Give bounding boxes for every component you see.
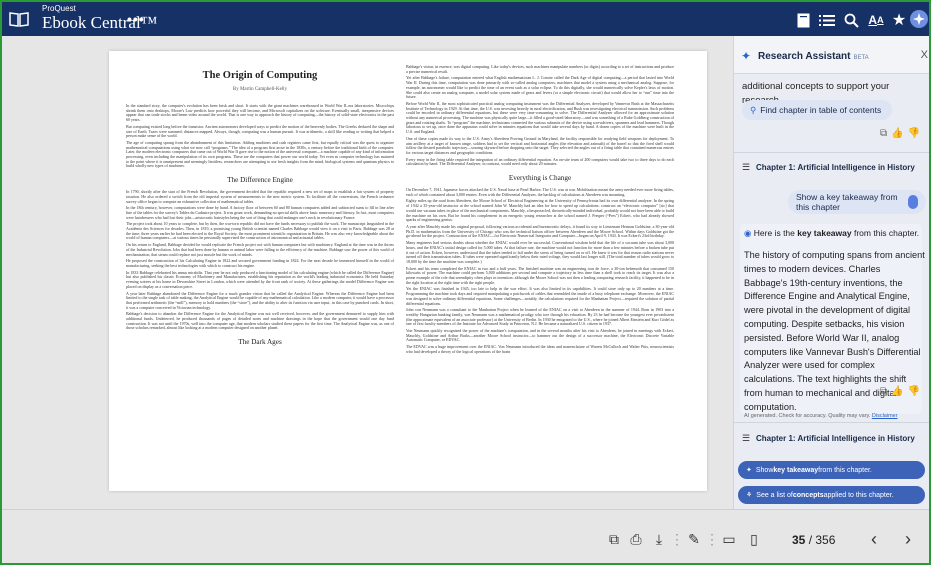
download-icon[interactable]: ⤓ bbox=[650, 530, 668, 548]
ebook-page: The Origin of Computing By Martin Campbe… bbox=[109, 51, 707, 491]
user-avatar-icon bbox=[907, 195, 918, 209]
article-title: The Origin of Computing bbox=[202, 70, 318, 81]
divider bbox=[734, 422, 929, 423]
paragraph: In 1833 Babbage celebrated his annus mir… bbox=[126, 269, 394, 289]
bottom-toolbar: ⧉ ⎙ ⤓ ⋮ ✎ ⋮ ▭ ▯ 35 / 356 ‹ › bbox=[2, 509, 929, 563]
right-paragraphs-2: On December 7, 1941, Japanese forces att… bbox=[406, 187, 674, 355]
paragraph: A year later Babbage abandoned the Diffe… bbox=[126, 290, 394, 310]
paragraph: Yet the ENIAC was finished in 1945, too … bbox=[406, 286, 674, 306]
right-paragraphs: Babbage's vision, in essence, was digita… bbox=[406, 64, 674, 167]
paragraph: Babbage's vision, in essence, was digita… bbox=[406, 64, 674, 74]
paragraph: The project took about 10 years to compl… bbox=[126, 221, 394, 241]
panel-header: ✦ Research Assistant BETA X bbox=[734, 36, 929, 74]
paragraph: Many engineers had serious doubts about … bbox=[406, 240, 674, 264]
find-chapter-chip[interactable]: ⚲ Find chapter in table of contents bbox=[742, 100, 892, 120]
print-icon[interactable]: ⎙ bbox=[627, 530, 645, 548]
annotate-icon[interactable]: ✎ bbox=[685, 530, 703, 548]
see-concepts-button[interactable]: ⚘ See a list of concepts applied to this … bbox=[738, 486, 925, 504]
book-icon[interactable] bbox=[9, 11, 29, 27]
section-heading-everything-is-change: Everything is Change bbox=[508, 174, 572, 183]
divider bbox=[734, 152, 929, 153]
sparkle-icon: ✦ bbox=[741, 49, 752, 63]
page-indicator: 35 / 356 bbox=[792, 533, 835, 547]
paragraph: On December 7, 1941, Japanese forces att… bbox=[406, 187, 674, 197]
search-icon[interactable] bbox=[842, 11, 860, 29]
paragraph: The age of computing sprang from the aba… bbox=[126, 139, 394, 169]
avatar-icon[interactable] bbox=[909, 9, 929, 29]
beta-badge: BETA bbox=[853, 55, 869, 61]
list-icon: ☰ bbox=[742, 433, 751, 443]
paragraph: Von Neumann quickly recognized the power… bbox=[406, 328, 674, 343]
paragraph: Eckert and his team completed the ENIAC … bbox=[406, 265, 674, 285]
total-pages: / 356 bbox=[808, 533, 836, 547]
find-chapter-label: Find chapter in table of contents bbox=[760, 105, 882, 115]
research-assistant-panel: ✦ Research Assistant BETA X additional co… bbox=[733, 36, 929, 509]
star-icon[interactable]: ★ bbox=[890, 11, 908, 29]
current-page[interactable]: 35 bbox=[792, 533, 805, 547]
disclaimer-link[interactable]: Disclaimer bbox=[872, 413, 898, 419]
bookmark-icon[interactable]: ▯ bbox=[745, 530, 763, 548]
next-page-icon[interactable]: › bbox=[899, 529, 917, 549]
paragraph: Yet after Babbage's failure, computation… bbox=[406, 75, 674, 100]
paragraph: John von Neumann was a consultant to the… bbox=[406, 307, 674, 327]
left-paragraphs: In the standard story, the computer's ev… bbox=[126, 103, 394, 169]
user-query-bubble: Show a key takeaway from this chapter bbox=[788, 190, 926, 214]
document-icon[interactable] bbox=[794, 11, 812, 29]
paragraph: He proposed the construction of his Calc… bbox=[126, 258, 394, 268]
answer-lead: ◉ Here is the key takeaway from this cha… bbox=[744, 228, 920, 238]
more-vertical-icon[interactable]: ⋮ bbox=[703, 530, 721, 548]
paragraph: A year after Mauchly made his original p… bbox=[406, 223, 674, 239]
section-heading-dark-ages: The Dark Ages bbox=[238, 338, 282, 347]
show-key-takeaway-button[interactable]: ✦ Show key takeaway from this chapter. bbox=[738, 461, 925, 479]
user-query-text: Show a key takeaway from this chapter bbox=[796, 192, 898, 212]
more-vertical-icon[interactable]: ⋮ bbox=[668, 530, 686, 548]
paragraph: In 1790, shortly after the start of the … bbox=[126, 189, 394, 204]
concepts-icon: ⚘ bbox=[746, 492, 753, 499]
note-icon[interactable]: ▭ bbox=[720, 530, 738, 548]
paragraph: One of these copies made its way to the … bbox=[406, 135, 674, 155]
paragraph: Before World War II, the most sophistica… bbox=[406, 100, 674, 135]
text-size-icon[interactable]: AA bbox=[867, 11, 885, 29]
left-column: The Origin of Computing By Martin Campbe… bbox=[126, 65, 394, 352]
sparkle-icon: ✦ bbox=[746, 467, 752, 474]
panel-title: Research Assistant BETA bbox=[758, 51, 869, 62]
app-window: ProQuest Ebook Central™ ••• AA ★ The Ori… bbox=[2, 2, 929, 563]
more-menu-button[interactable]: ••• bbox=[127, 11, 145, 27]
paragraph: But computing existed long before the tr… bbox=[126, 123, 394, 139]
feedback-icons[interactable]: ⧉👍👎 bbox=[880, 128, 924, 139]
paragraph: Babbage's decision to abandon the Differ… bbox=[126, 311, 394, 331]
section-heading-difference-engine: The Difference Engine bbox=[227, 176, 293, 185]
chapter-heading: Chapter 1: Artificial Intelligence in Hi… bbox=[756, 163, 915, 172]
paragraph: In the 18th century, however, computatio… bbox=[126, 205, 394, 220]
close-icon[interactable]: X bbox=[921, 49, 928, 61]
left-paragraphs-2: In 1790, shortly after the start of the … bbox=[126, 189, 394, 331]
assistant-icon: ◉ bbox=[744, 228, 754, 238]
document-viewer: The Origin of Computing By Martin Campbe… bbox=[2, 36, 733, 509]
feedback-icons[interactable]: ⧉👍👎 bbox=[880, 386, 924, 397]
list-icon[interactable] bbox=[818, 11, 836, 29]
right-column: Babbage's vision, in essence, was digita… bbox=[406, 64, 674, 357]
top-bar: ProQuest Ebook Central™ ••• AA ★ bbox=[2, 2, 929, 36]
chapter-heading-2: Chapter 1: Artificial Intelligence in Hi… bbox=[756, 434, 915, 443]
search-icon: ⚲ bbox=[750, 104, 757, 115]
paragraph: Eighty miles up the road from Aberdeen, … bbox=[406, 198, 674, 223]
article-byline: By Martin Campbell-Kelly bbox=[232, 87, 288, 92]
paragraph: Every entry in the firing table required… bbox=[406, 156, 674, 167]
paragraph: On his return to England, Babbage decide… bbox=[126, 242, 394, 257]
previous-page-icon[interactable]: ‹ bbox=[865, 529, 883, 549]
copy-icon[interactable]: ⧉ bbox=[605, 530, 623, 548]
paragraph: The EDVAC was a huge improvement over th… bbox=[406, 344, 674, 354]
paragraph: In the standard story, the computer's ev… bbox=[126, 103, 394, 123]
list-icon: ☰ bbox=[742, 162, 751, 172]
